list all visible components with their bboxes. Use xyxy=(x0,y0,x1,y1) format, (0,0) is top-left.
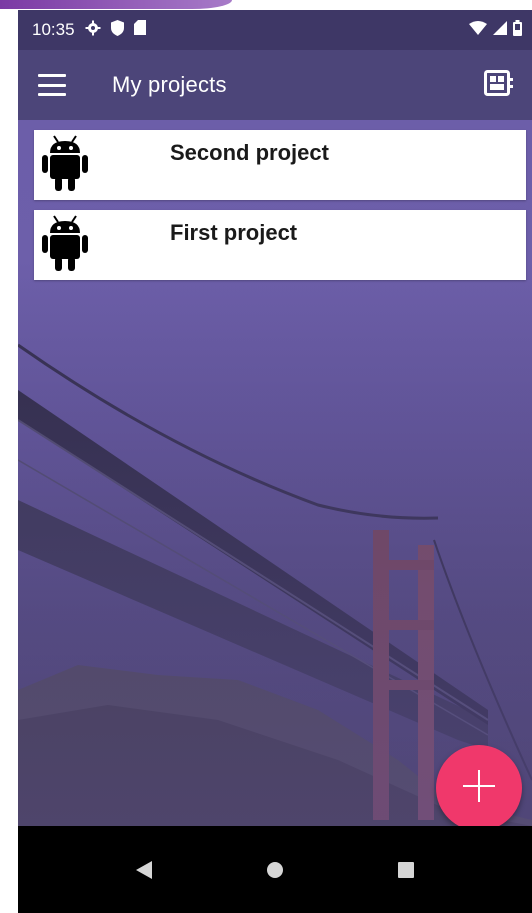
dashboard-view-icon[interactable] xyxy=(484,69,514,101)
wifi-icon xyxy=(469,20,487,40)
recents-icon[interactable] xyxy=(386,850,426,890)
shield-icon xyxy=(110,19,124,41)
corner-accent xyxy=(0,0,232,9)
status-bar: 10:35 xyxy=(18,10,532,50)
status-icons-right xyxy=(469,19,522,41)
android-icon xyxy=(40,133,90,198)
back-icon[interactable] xyxy=(124,850,164,890)
project-card-first[interactable]: First project xyxy=(34,210,526,280)
project-title: Second project xyxy=(170,140,329,165)
android-icon xyxy=(40,213,90,278)
settings-icon xyxy=(85,20,101,41)
system-nav-bar xyxy=(18,826,532,913)
status-icons-left xyxy=(85,19,146,41)
signal-icon xyxy=(493,20,507,40)
hamburger-menu-icon[interactable] xyxy=(38,74,66,96)
phone-screen: 10:35 My projects Second project First p… xyxy=(18,10,532,913)
app-bar: My projects xyxy=(18,50,532,120)
home-icon[interactable] xyxy=(255,850,295,890)
status-time: 10:35 xyxy=(32,20,75,39)
page-title: My projects xyxy=(112,72,227,97)
sd-card-icon xyxy=(133,20,146,40)
battery-icon xyxy=(513,19,522,41)
project-title: First project xyxy=(170,220,298,245)
page: 10:35 My projects Second project First p… xyxy=(0,0,532,913)
project-list-area: Second project First project xyxy=(18,120,532,826)
add-project-button[interactable] xyxy=(436,745,522,831)
plus-icon xyxy=(461,768,497,809)
project-card-second[interactable]: Second project xyxy=(34,130,526,200)
